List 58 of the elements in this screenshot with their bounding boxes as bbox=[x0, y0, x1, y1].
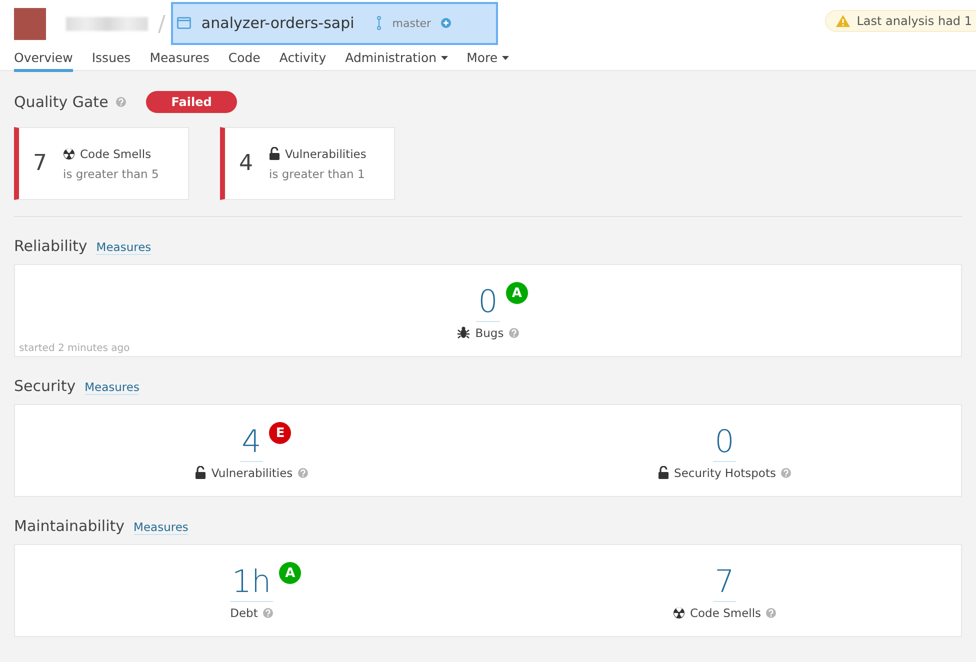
nav-tab[interactable]: Issues bbox=[92, 48, 131, 72]
status-badge: Failed bbox=[146, 91, 237, 113]
condition-text: is greater than 1 bbox=[269, 166, 366, 180]
nav-tab[interactable]: Administration bbox=[345, 48, 448, 72]
branch-icon bbox=[376, 16, 382, 30]
unlocked-padlock-icon bbox=[658, 466, 670, 480]
section-title: Maintainability bbox=[14, 517, 125, 535]
analysis-status-text: started 2 minutes ago bbox=[19, 343, 130, 354]
condition-value: 7 bbox=[33, 151, 47, 176]
warning-icon bbox=[836, 15, 850, 27]
metric-name: Code Smells bbox=[80, 146, 152, 160]
condition-text: is greater than 5 bbox=[63, 166, 159, 180]
metric-value[interactable]: 0 bbox=[712, 424, 736, 462]
section-title: Security bbox=[14, 377, 76, 395]
section-title: Reliability bbox=[14, 237, 88, 255]
metric-label: Debt bbox=[230, 606, 258, 620]
rating-badge: A bbox=[279, 562, 302, 584]
help-icon[interactable] bbox=[766, 608, 776, 618]
project-selector[interactable]: analyzer-orders-sapi master bbox=[171, 2, 498, 44]
measures-link[interactable]: Measures bbox=[96, 240, 152, 255]
metric-value[interactable]: 4 bbox=[240, 424, 264, 462]
nav-tab[interactable]: Activity bbox=[279, 48, 326, 72]
metric-label: Security Hotspots bbox=[674, 466, 776, 480]
help-icon[interactable] bbox=[508, 328, 519, 338]
nav-tab[interactable]: Overview bbox=[14, 48, 73, 72]
plus-circle-icon[interactable] bbox=[441, 18, 452, 28]
metric-value[interactable]: 1h bbox=[230, 564, 274, 602]
project-name: analyzer-orders-sapi bbox=[201, 14, 354, 32]
nav-tab[interactable]: More bbox=[466, 48, 509, 72]
bug-icon bbox=[457, 326, 470, 340]
nav-tab[interactable]: Measures bbox=[150, 48, 210, 72]
breadcrumb-separator: / bbox=[158, 12, 166, 36]
rating-badge: E bbox=[269, 422, 292, 444]
nav-tab[interactable]: Code bbox=[228, 48, 260, 72]
metric-label: Bugs bbox=[475, 326, 504, 340]
measures-link[interactable]: Measures bbox=[84, 380, 140, 395]
warning-banner[interactable]: Last analysis had 1 bbox=[824, 10, 976, 32]
failed-condition-card[interactable]: 7 Code Smells is greater than 5 bbox=[14, 127, 189, 200]
radiation-icon bbox=[63, 148, 75, 160]
metric-name: Vulnerabilities bbox=[285, 146, 366, 160]
help-icon[interactable] bbox=[116, 97, 126, 107]
metric-label: Vulnerabilities bbox=[211, 466, 293, 480]
project-avatar bbox=[14, 8, 46, 40]
metric-value[interactable]: 7 bbox=[712, 564, 736, 602]
unlocked-padlock-icon bbox=[269, 147, 280, 160]
radiation-icon bbox=[672, 606, 685, 619]
failed-condition-card[interactable]: 4 Vulnerabilities is greater than 1 bbox=[220, 127, 395, 200]
measures-link[interactable]: Measures bbox=[134, 520, 188, 535]
rating-badge: A bbox=[506, 282, 528, 304]
metric-value[interactable]: 0 bbox=[476, 284, 500, 322]
metric-label: Code Smells bbox=[690, 606, 762, 620]
help-icon[interactable] bbox=[262, 608, 273, 618]
unlocked-padlock-icon bbox=[195, 466, 206, 480]
section-title: Quality Gate bbox=[14, 93, 108, 111]
help-icon[interactable] bbox=[298, 468, 308, 478]
help-icon[interactable] bbox=[780, 468, 791, 478]
window-icon bbox=[177, 17, 192, 29]
condition-value: 4 bbox=[239, 151, 253, 176]
